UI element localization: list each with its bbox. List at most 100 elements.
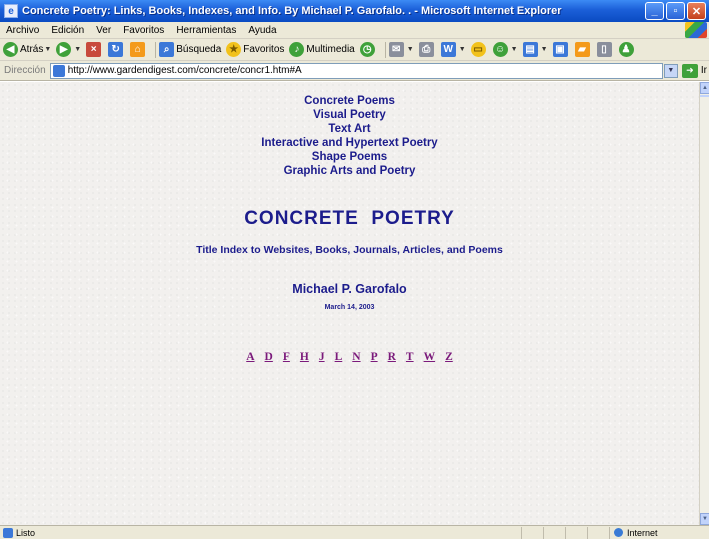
research-button[interactable]: ▤ ▼	[522, 42, 548, 57]
menu-archivo[interactable]: Archivo	[0, 25, 45, 36]
page-status-icon	[3, 527, 13, 538]
address-bar: Dirección http://www.gardendigest.com/co…	[0, 61, 709, 81]
chevron-down-icon: ▼	[458, 46, 466, 53]
print-button[interactable]: ⎙	[418, 42, 436, 57]
link-interactive-hypertext[interactable]: Interactive and Hypertext Poetry	[0, 136, 699, 150]
address-dropdown-button[interactable]: ▼	[663, 63, 678, 78]
tool-button-3[interactable]: ▯	[596, 42, 614, 57]
home-button[interactable]: ⌂	[130, 42, 147, 57]
menu-bar: Archivo Edición Ver Favoritos Herramient…	[0, 22, 709, 39]
status-cell	[521, 526, 543, 539]
menu-herramientas[interactable]: Herramientas	[170, 25, 242, 36]
status-bar: Listo Internet	[0, 525, 709, 539]
toolbar: ◀ Atrás ▼ ▶ ▼ × ↻ ⌂ ⌕ Búsqueda ★ Favorit…	[0, 39, 709, 61]
status-cell	[587, 526, 609, 539]
scroll-down-button[interactable]: ▼	[700, 513, 709, 525]
letter-link-j[interactable]: J	[319, 351, 325, 363]
link-graphic-arts[interactable]: Graphic Arts and Poetry	[0, 164, 699, 178]
tool-button-4[interactable]: ♟	[618, 42, 636, 57]
link-visual-poetry[interactable]: Visual Poetry	[0, 108, 699, 122]
menu-ver[interactable]: Ver	[90, 25, 117, 36]
person-icon: ♟	[618, 42, 634, 57]
letter-link-l[interactable]: L	[335, 351, 343, 363]
letter-link-w[interactable]: W	[424, 351, 436, 363]
chevron-down-icon: ▼	[540, 46, 548, 53]
messenger-button[interactable]: ☺ ▼	[492, 42, 518, 57]
status-cell	[565, 526, 587, 539]
status-cell	[543, 526, 565, 539]
vertical-scrollbar[interactable]: ▲ ▼	[699, 82, 709, 525]
page-content: Concrete Poems Visual Poetry Text Art In…	[0, 82, 699, 525]
favorites-button[interactable]: ★ Favoritos	[226, 42, 284, 57]
back-label: Atrás	[20, 44, 44, 55]
letter-link-n[interactable]: N	[352, 351, 360, 363]
scroll-thumb[interactable]	[700, 95, 709, 97]
discuss-button[interactable]: ▭	[470, 42, 488, 57]
link-text-art[interactable]: Text Art	[0, 122, 699, 136]
link-shape-poems[interactable]: Shape Poems	[0, 150, 699, 164]
topic-links: Concrete Poems Visual Poetry Text Art In…	[0, 82, 699, 178]
home-icon: ⌂	[130, 42, 146, 57]
scroll-up-button[interactable]: ▲	[700, 82, 709, 94]
chevron-down-icon: ▼	[74, 46, 82, 53]
search-icon: ⌕	[159, 42, 175, 57]
address-input[interactable]: http://www.gardendigest.com/concrete/con…	[49, 62, 663, 79]
discuss-icon: ▭	[470, 42, 486, 57]
multimedia-icon: ♪	[289, 42, 305, 57]
mail-button[interactable]: ✉ ▼	[388, 42, 414, 57]
status-text: Listo	[16, 527, 36, 538]
page-subtitle: Title Index to Websites, Books, Journals…	[196, 244, 503, 256]
go-button[interactable]: ➜	[681, 63, 698, 78]
go-label[interactable]: Ir	[701, 65, 707, 76]
window-icon: ▣	[552, 42, 568, 57]
forward-arrow-icon: ▶	[56, 42, 72, 57]
search-label: Búsqueda	[176, 44, 222, 55]
close-button[interactable]: ✕	[687, 2, 706, 20]
letter-link-f[interactable]: F	[283, 351, 290, 363]
link-concrete-poems[interactable]: Concrete Poems	[0, 94, 699, 108]
menu-edicion[interactable]: Edición	[45, 25, 90, 36]
letter-index: A D F H J L N P R T W Z	[0, 351, 699, 363]
search-button[interactable]: ⌕ Búsqueda	[159, 42, 221, 57]
messenger-icon: ☺	[492, 42, 508, 57]
letter-link-d[interactable]: D	[265, 351, 273, 363]
print-icon: ⎙	[418, 42, 434, 57]
page-date: March 14, 2003	[324, 304, 375, 311]
letter-link-t[interactable]: T	[406, 351, 414, 363]
refresh-button[interactable]: ↻	[108, 42, 125, 57]
letter-link-z[interactable]: Z	[445, 351, 453, 363]
minimize-button[interactable]: _	[645, 2, 664, 20]
stop-icon: ×	[86, 42, 102, 57]
tool-button-1[interactable]: ▣	[552, 42, 570, 57]
mail-icon: ✉	[388, 42, 404, 57]
letter-link-p[interactable]: P	[371, 351, 378, 363]
history-button[interactable]: ◷	[359, 42, 377, 57]
favorites-label: Favoritos	[243, 44, 285, 55]
forward-button[interactable]: ▶ ▼	[56, 42, 81, 57]
letter-link-r[interactable]: R	[388, 351, 396, 363]
letter-link-a[interactable]: A	[246, 351, 254, 363]
chevron-down-icon: ▼	[510, 46, 518, 53]
title-bar: e Concrete Poetry: Links, Books, Indexes…	[0, 0, 709, 22]
page-title: CONCRETE POETRY	[244, 208, 455, 229]
menu-ayuda[interactable]: Ayuda	[242, 25, 282, 36]
toolbar-divider	[384, 41, 386, 58]
letter-link-h[interactable]: H	[300, 351, 309, 363]
back-button[interactable]: ◀ Atrás ▼	[3, 42, 51, 57]
edit-button[interactable]: W ▼	[440, 42, 466, 57]
page-icon	[52, 64, 65, 77]
menu-favoritos[interactable]: Favoritos	[117, 25, 170, 36]
maximize-button[interactable]: ▫	[666, 2, 685, 20]
windows-logo-icon	[685, 22, 707, 38]
multimedia-button[interactable]: ♪ Multimedia	[289, 42, 355, 57]
edit-icon: W	[440, 42, 456, 57]
multimedia-label: Multimedia	[306, 44, 355, 55]
stop-button[interactable]: ×	[86, 42, 103, 57]
refresh-icon: ↻	[108, 42, 124, 57]
document-icon: ▯	[596, 42, 612, 57]
back-arrow-icon: ◀	[3, 42, 18, 57]
ie-icon: e	[4, 4, 18, 18]
address-label: Dirección	[4, 65, 46, 76]
address-url: http://www.gardendigest.com/concrete/con…	[67, 65, 302, 76]
tool-button-2[interactable]: ▰	[574, 42, 592, 57]
